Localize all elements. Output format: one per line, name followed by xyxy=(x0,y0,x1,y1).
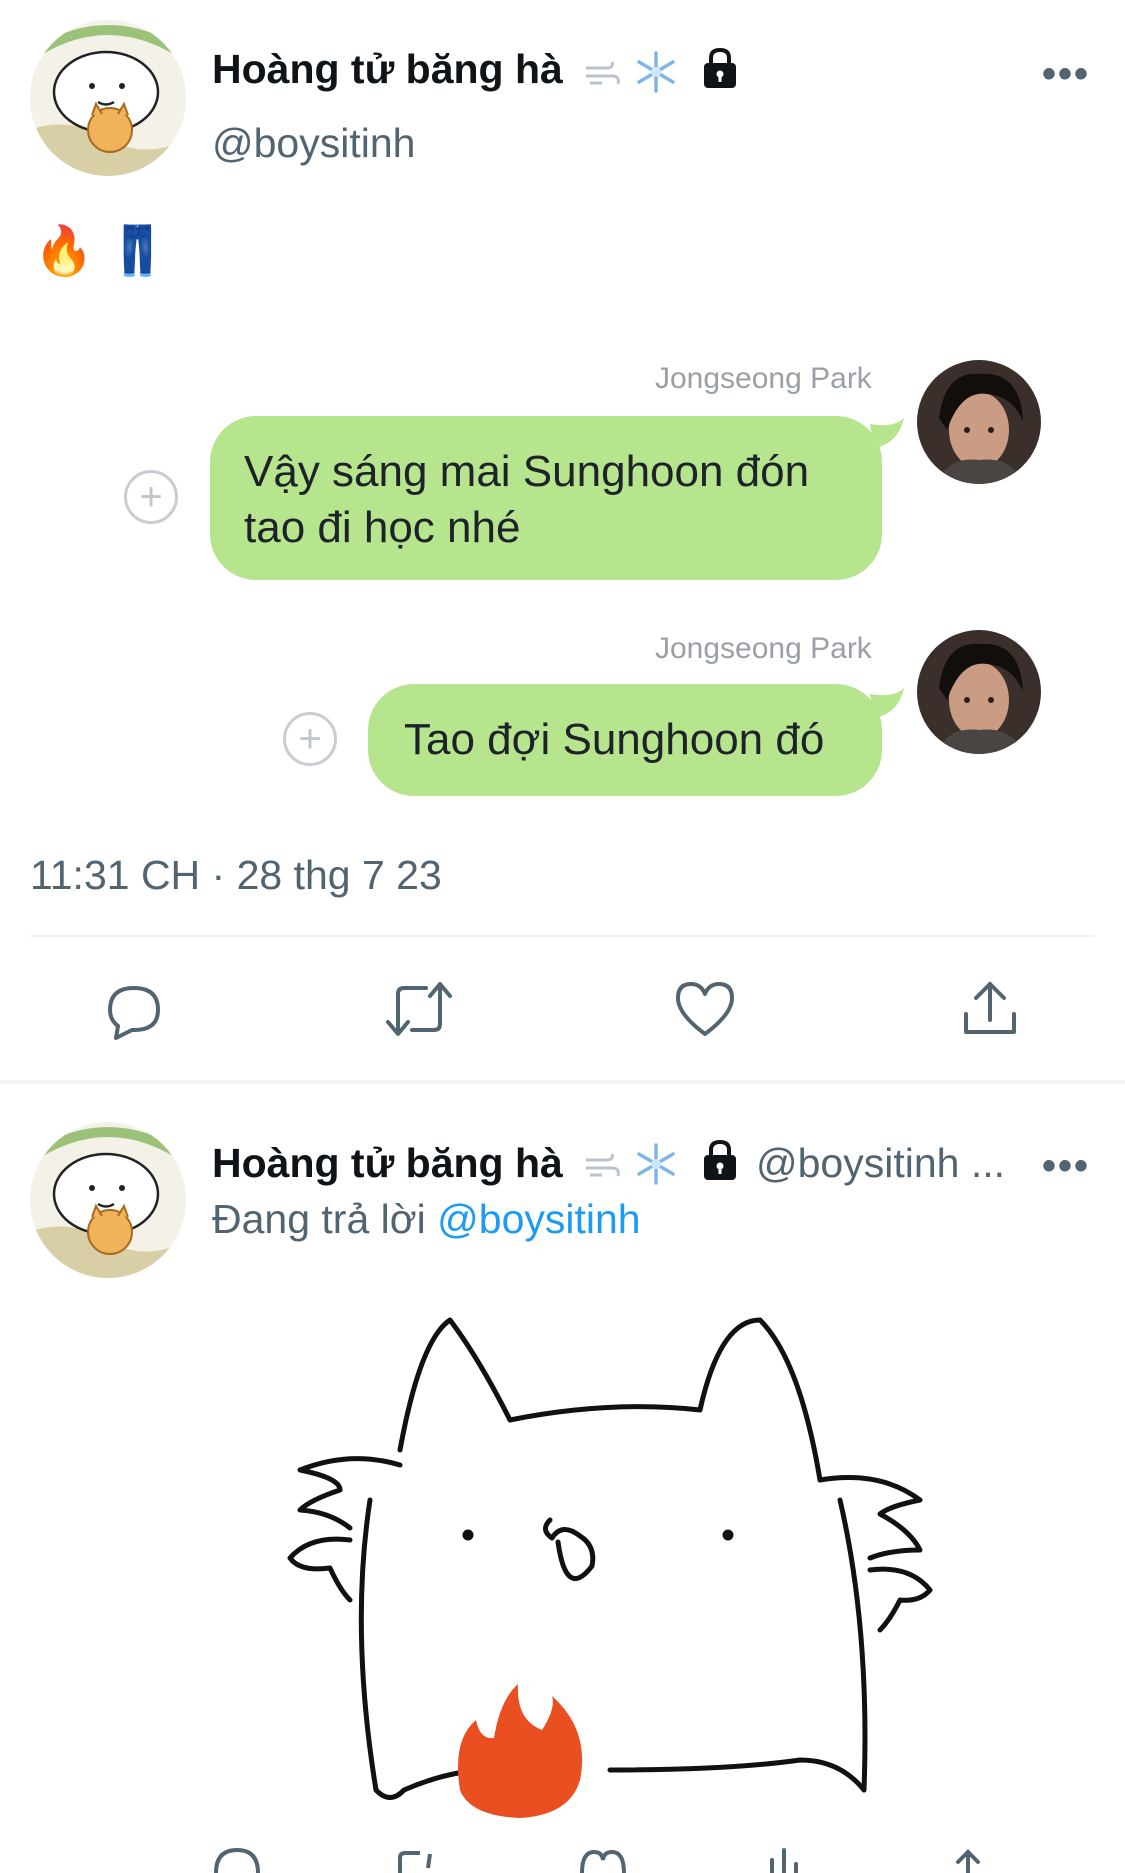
retweet-button[interactable] xyxy=(384,978,454,1040)
reply-icon xyxy=(214,1847,260,1873)
flame-icon xyxy=(458,1684,583,1818)
snowflake-icon xyxy=(637,1143,675,1185)
chat-bubble: Tao đợi Sunghoon đó xyxy=(368,684,882,796)
reply-tweet-like-button[interactable] xyxy=(578,1848,628,1873)
bubble-tail xyxy=(870,688,904,718)
retweet-icon xyxy=(398,1851,432,1873)
chat-message-line: Tao đợi Sunghoon đó xyxy=(404,715,825,764)
author-handle[interactable]: @boysitinh xyxy=(212,120,415,167)
reply-author-avatar[interactable] xyxy=(30,1122,186,1278)
tweet-timestamp[interactable]: 11:31 CH · 28 thg 7 23 xyxy=(30,852,442,899)
share-button[interactable] xyxy=(960,978,1020,1040)
add-reaction-button[interactable]: + xyxy=(283,712,337,766)
reply-button[interactable] xyxy=(104,980,164,1040)
add-reaction-button[interactable]: + xyxy=(124,470,178,524)
chat-bubble: Vậy sáng mai Sunghoon đón tao đi học nhé xyxy=(210,416,882,580)
reply-icon xyxy=(108,986,160,1040)
tweet-separator xyxy=(0,1080,1125,1084)
like-icon xyxy=(676,982,734,1036)
lock-icon xyxy=(704,1139,736,1180)
reply-tweet-views-button[interactable] xyxy=(764,1846,804,1873)
like-icon xyxy=(580,1849,626,1873)
snowflake-icon xyxy=(637,51,675,93)
sender-photo xyxy=(917,630,1041,754)
author-avatar[interactable] xyxy=(30,20,186,176)
replying-to-link[interactable]: @boysitinh xyxy=(437,1196,640,1242)
views-icon xyxy=(770,1848,798,1873)
share-icon xyxy=(964,982,1016,1034)
author-name[interactable]: Hoàng tử băng hà xyxy=(212,46,563,93)
reply-tweet-retweet-button[interactable] xyxy=(390,1848,440,1873)
reply-author-handle[interactable]: @boysitinh ... xyxy=(756,1140,1005,1187)
chat-message-line: Vậy sáng mai Sunghoon đón xyxy=(244,447,810,496)
chat-sender-name: Jongseong Park xyxy=(655,362,872,395)
retweet-icon xyxy=(386,982,452,1036)
chat-message-line: tao đi học nhé xyxy=(244,503,521,552)
replying-to-line: Đang trả lời @boysitinh xyxy=(212,1196,641,1243)
tweet-body-emoji: 🔥👖 xyxy=(34,225,182,278)
chat-sender-name: Jongseong Park xyxy=(655,632,872,665)
divider xyxy=(30,935,1095,937)
reply-tweet-reply-button[interactable] xyxy=(212,1846,262,1873)
bubble-tail xyxy=(870,418,904,448)
reply-author-name[interactable]: Hoàng tử băng hà xyxy=(212,1140,563,1187)
wind-icon xyxy=(586,1153,620,1177)
reply-media-image[interactable] xyxy=(280,1300,1000,1820)
reply-tweet-share-button[interactable] xyxy=(948,1848,988,1873)
sender-photo xyxy=(917,360,1041,484)
more-options-button[interactable]: ••• xyxy=(1042,52,1090,97)
lock-icon xyxy=(704,47,736,88)
replying-prefix: Đang trả lời xyxy=(212,1196,426,1242)
reply-more-options-button[interactable]: ••• xyxy=(1042,1144,1090,1189)
wind-icon xyxy=(586,61,620,85)
share-icon xyxy=(956,1849,980,1873)
like-button[interactable] xyxy=(674,980,736,1038)
